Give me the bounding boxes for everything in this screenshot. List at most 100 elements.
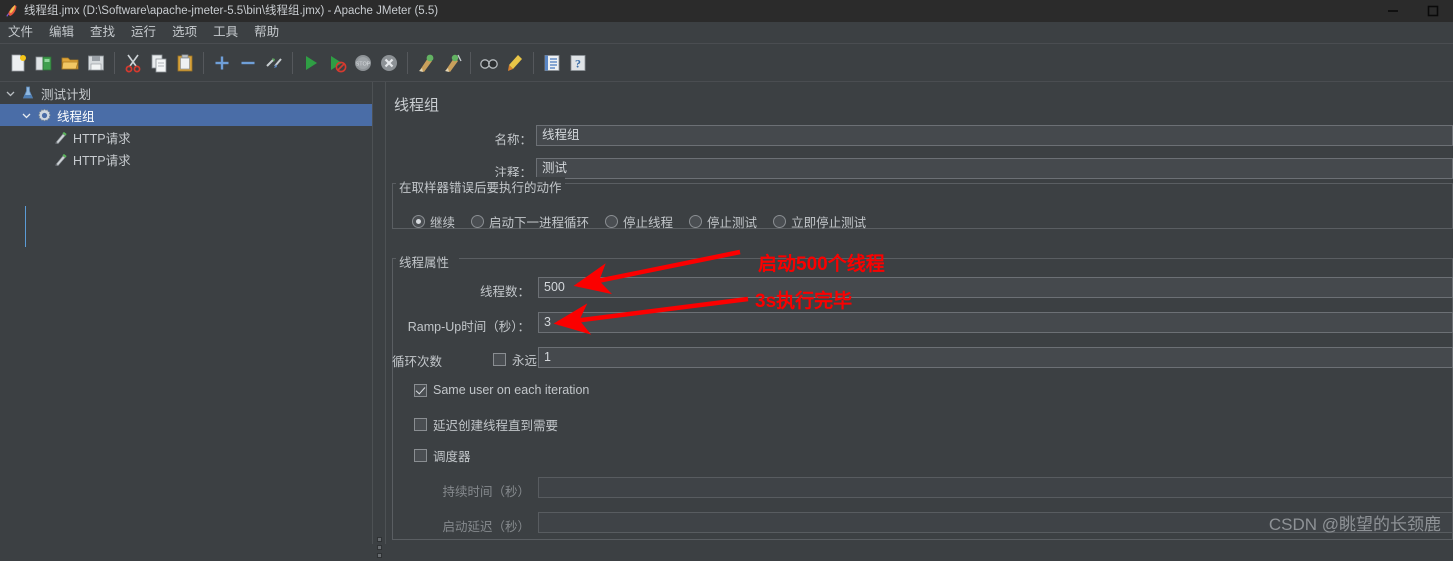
menu-item-run[interactable]: 运行 (123, 22, 164, 43)
templates-icon[interactable] (31, 48, 57, 78)
new-icon[interactable] (5, 48, 31, 78)
loop-forever-label: 永远 (512, 354, 538, 368)
http-request-icon (50, 126, 70, 148)
expand-all-icon[interactable] (209, 48, 235, 78)
delayed-start-label: 延迟创建线程直到需要 (433, 419, 559, 433)
function-helper-icon[interactable] (539, 48, 565, 78)
window-controls (1373, 0, 1453, 22)
delayed-start-checkbox[interactable]: 延迟创建线程直到需要 (414, 415, 558, 434)
checkbox-mark-icon (414, 383, 427, 397)
jmeter-feather-icon (0, 0, 22, 22)
error-action-group-title: 在取样器错误后要执行的动作 (396, 177, 565, 196)
collapse-all-icon[interactable] (235, 48, 261, 78)
radio-start-next-loop[interactable]: 启动下一进程循环 (471, 212, 589, 231)
loop-forever-checkbox[interactable]: 永远 (493, 350, 537, 369)
tree-node-http-request-1[interactable]: HTTP请求 (0, 126, 372, 148)
start-no-pauses-icon[interactable] (324, 48, 350, 78)
radio-mark-icon (689, 215, 703, 228)
menu-bar: 文件 编辑 查找 运行 选项 工具 帮助 (0, 22, 1453, 44)
duration-input[interactable] (538, 477, 1453, 498)
radio-label: 停止线程 (623, 216, 674, 230)
checkbox-mark-icon (414, 418, 427, 431)
start-icon[interactable] (298, 48, 324, 78)
error-action-radio-group: 继续 启动下一进程循环 停止线程 停止测试 立即停止测试 (412, 212, 882, 231)
copy-icon[interactable] (146, 48, 172, 78)
toggle-icon[interactable] (261, 48, 287, 78)
name-label: 名称： (494, 133, 532, 147)
radio-continue[interactable]: 继续 (412, 212, 455, 231)
tree-node-thread-group[interactable]: 线程组 (0, 104, 372, 126)
loop-count-label: 循环次数 (392, 355, 443, 369)
menu-item-search[interactable]: 查找 (82, 22, 123, 43)
menu-item-help[interactable]: 帮助 (246, 22, 287, 43)
toolbar-separator (470, 51, 471, 74)
loop-count-input[interactable]: 1 (538, 347, 1453, 368)
ramp-up-label: Ramp-Up时间（秒）： (407, 320, 530, 334)
paste-icon[interactable] (172, 48, 198, 78)
window-title: 线程组.jmx (D:\Software\apache-jmeter-5.5\b… (24, 5, 439, 17)
toolbar-separator (203, 51, 204, 74)
test-plan-icon (18, 82, 38, 104)
search-icon[interactable] (476, 48, 502, 78)
menu-item-options[interactable]: 选项 (164, 22, 205, 43)
scheduler-label: 调度器 (433, 450, 471, 464)
thread-group-editor: 线程组 名称： 线程组 注释： 测试 在取样器错误后要执行的动作 继续 启动下一… (386, 82, 1453, 544)
duration-label: 持续时间（秒） (442, 485, 530, 499)
divider-grip[interactable] (377, 537, 382, 561)
toolbar-separator (407, 51, 408, 74)
menu-item-edit[interactable]: 编辑 (41, 22, 82, 43)
chevron-down-icon[interactable] (18, 104, 34, 126)
clear-all-icon[interactable] (439, 48, 465, 78)
tree-node-label: 线程组 (57, 109, 95, 124)
test-plan-tree[interactable]: 测试计划 线程组 HTTP请求 HTTP请求 (0, 82, 372, 544)
comment-input[interactable]: 测试 (536, 158, 1453, 179)
svg-text:STOP: STOP (356, 61, 371, 67)
clear-icon[interactable] (413, 48, 439, 78)
cut-icon[interactable] (120, 48, 146, 78)
toolbar-separator (292, 51, 293, 74)
maximize-icon[interactable] (1413, 0, 1453, 22)
radio-mark-icon (412, 215, 425, 228)
thread-properties-group-title: 线程属性 (396, 252, 453, 271)
split-pane-divider[interactable] (372, 82, 386, 558)
radio-stop-test-now[interactable]: 立即停止测试 (773, 212, 866, 231)
same-user-checkbox[interactable]: Same user on each iteration (414, 383, 589, 397)
radio-stop-thread[interactable]: 停止线程 (605, 212, 673, 231)
reset-search-icon[interactable] (502, 48, 528, 78)
scheduler-checkbox[interactable]: 调度器 (414, 446, 471, 465)
name-input[interactable]: 线程组 (536, 125, 1453, 146)
jmeter-window: 线程组.jmx (D:\Software\apache-jmeter-5.5\b… (0, 0, 1453, 558)
title-bar: 线程组.jmx (D:\Software\apache-jmeter-5.5\b… (0, 0, 1453, 22)
open-icon[interactable] (57, 48, 83, 78)
page-title: 线程组 (394, 97, 440, 114)
thread-group-icon (34, 104, 54, 126)
stop-icon[interactable]: STOP (350, 48, 376, 78)
radio-label: 继续 (430, 216, 456, 230)
save-icon[interactable] (83, 48, 109, 78)
toolbar: STOP ? (0, 44, 1453, 82)
radio-mark-icon (471, 215, 485, 228)
toolbar-separator (533, 51, 534, 74)
tree-node-test-plan[interactable]: 测试计划 (0, 82, 372, 104)
radio-label: 停止测试 (707, 216, 758, 230)
radio-mark-icon (605, 215, 619, 228)
menu-item-file[interactable]: 文件 (0, 22, 41, 43)
help-icon[interactable]: ? (565, 48, 591, 78)
minimize-icon[interactable] (1373, 0, 1413, 22)
shutdown-icon[interactable] (376, 48, 402, 78)
same-user-label: Same user on each iteration (433, 383, 590, 397)
thread-count-input[interactable]: 500 (538, 277, 1453, 298)
chevron-down-icon[interactable] (2, 82, 18, 104)
radio-mark-icon (773, 215, 787, 228)
http-request-icon (50, 148, 70, 170)
radio-stop-test[interactable]: 停止测试 (689, 212, 757, 231)
thread-count-label: 线程数： (479, 285, 530, 299)
menu-item-tools[interactable]: 工具 (205, 22, 246, 43)
radio-label: 立即停止测试 (791, 216, 867, 230)
ramp-up-input[interactable]: 3 (538, 312, 1453, 333)
tree-node-http-request-2[interactable]: HTTP请求 (0, 148, 372, 170)
watermark: CSDN @眺望的长颈鹿 (1268, 515, 1441, 534)
toolbar-separator (114, 51, 115, 74)
svg-text:?: ? (575, 56, 581, 70)
startup-delay-label: 启动延迟（秒） (442, 520, 530, 534)
